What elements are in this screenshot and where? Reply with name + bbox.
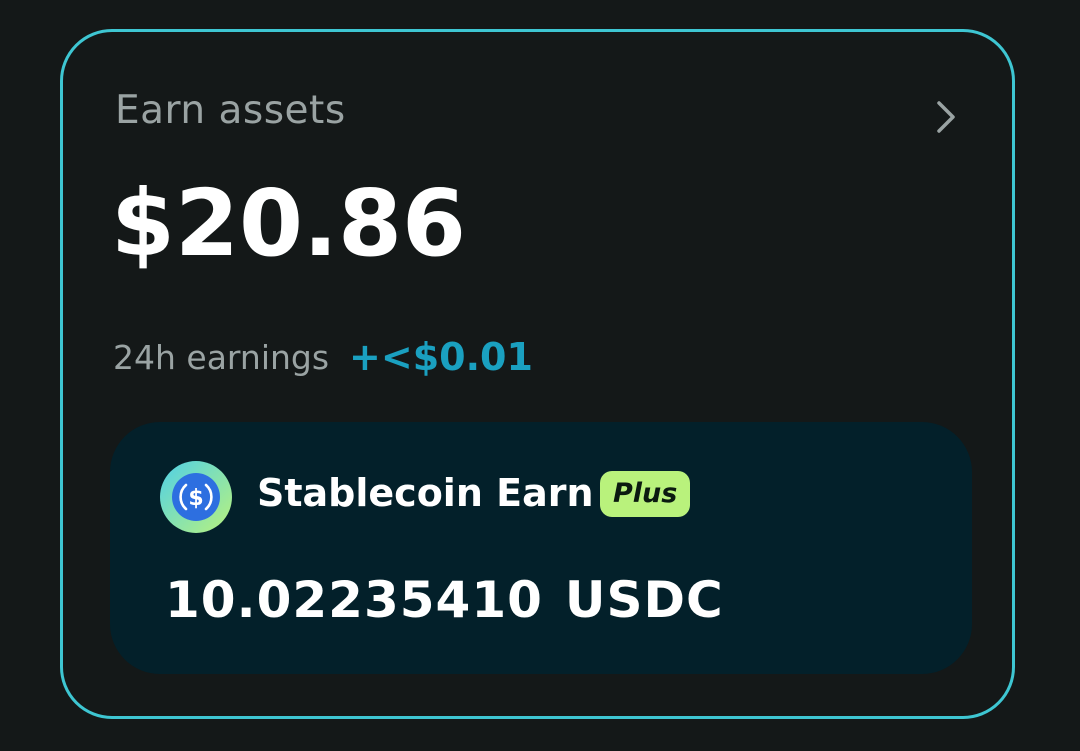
product-name: Stablecoin Earn [257, 471, 594, 515]
total-amount: $20.86 [111, 170, 467, 277]
balance-amount: 10.02235410 [165, 571, 543, 629]
earnings-value: +<$0.01 [349, 335, 533, 379]
chevron-right-icon[interactable] [935, 100, 957, 134]
balance-unit: USDC [564, 571, 724, 629]
product-balance: 10.02235410 USDC [165, 569, 724, 631]
svg-text:$: $ [188, 486, 203, 511]
earn-assets-card[interactable]: Earn assets $20.86 24h earnings +<$0.01 … [60, 29, 1015, 719]
earnings-label: 24h earnings [113, 337, 330, 377]
usdc-coin-icon: $ [160, 461, 232, 533]
earnings-row: 24h earnings +<$0.01 [113, 332, 533, 382]
plus-badge: Plus [600, 471, 691, 517]
stablecoin-earn-panel[interactable]: $ Stablecoin Earn Plus 10.02235410 USDC [110, 422, 972, 674]
card-title: Earn assets [115, 88, 346, 133]
